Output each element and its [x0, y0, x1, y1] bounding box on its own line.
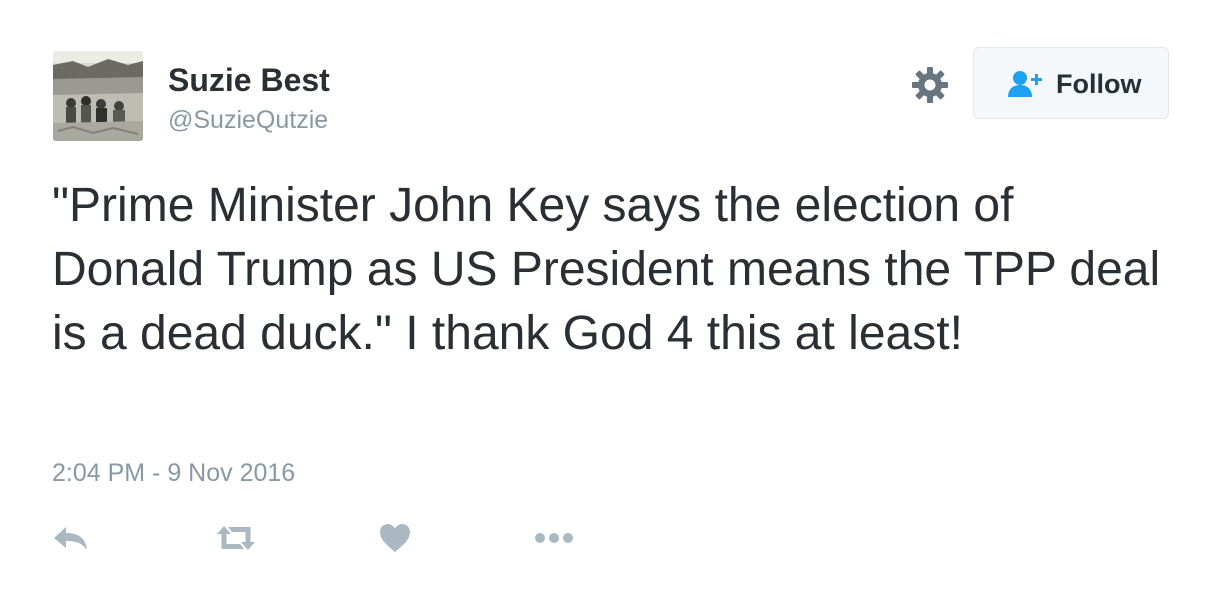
heart-icon[interactable]: [378, 518, 412, 558]
tweet-text: "Prime Minister John Key says the electi…: [52, 179, 1161, 360]
author-display-name[interactable]: Suzie Best: [168, 60, 330, 100]
follow-button[interactable]: Follow: [973, 47, 1169, 119]
more-dots-icon[interactable]: [533, 518, 575, 558]
reply-icon[interactable]: [52, 518, 90, 558]
gear-icon[interactable]: [910, 65, 950, 105]
tweet-timestamp[interactable]: 2:04 PM - 9 Nov 2016: [52, 456, 295, 490]
author-handle[interactable]: @SuzieQutzie: [168, 103, 328, 137]
avatar[interactable]: [53, 51, 143, 141]
avatar-photo: [53, 51, 143, 141]
add-user-icon: [1006, 70, 1046, 98]
tweet-card: Suzie Best @SuzieQutzie Follow "Prime Mi…: [0, 0, 1221, 605]
retweet-icon[interactable]: [214, 518, 258, 558]
follow-button-label: Follow: [1056, 69, 1142, 99]
